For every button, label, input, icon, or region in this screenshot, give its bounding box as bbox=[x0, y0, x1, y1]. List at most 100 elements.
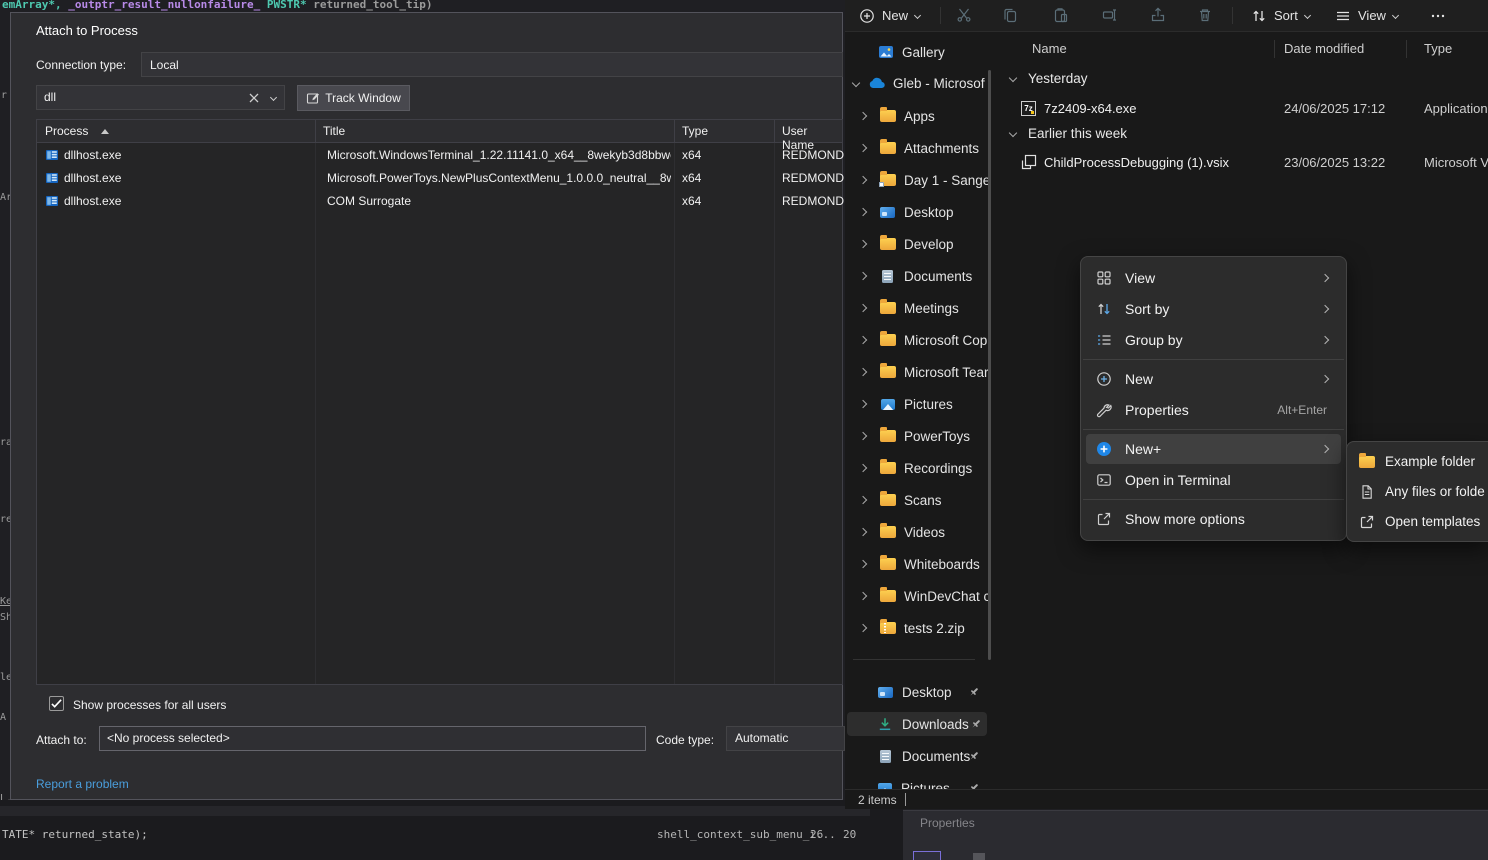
table-row[interactable]: dllhost.exe COM Surrogate x64 REDMOND bbox=[37, 190, 842, 213]
column-separator[interactable] bbox=[1406, 40, 1407, 58]
chevron-right-icon[interactable] bbox=[859, 208, 867, 216]
submenu-item-example-folder[interactable]: Example folder bbox=[1351, 447, 1484, 476]
code-type-combobox[interactable]: Automatic bbox=[726, 726, 845, 751]
sidebar-pinned-downloads[interactable]: Downloads bbox=[847, 712, 987, 736]
menu-item-group-by[interactable]: Group by bbox=[1086, 325, 1341, 355]
plus-circle-icon bbox=[859, 8, 875, 24]
sidebar-item-onedrive[interactable]: Gleb - Microsoft bbox=[845, 71, 997, 95]
editor-breadcrumb[interactable]: shell_context_sub_menu_i... bbox=[657, 828, 836, 841]
chevron-right-icon[interactable] bbox=[859, 560, 867, 568]
sidebar-item-microsoft-tear[interactable]: Microsoft Tear bbox=[845, 360, 997, 384]
file-row[interactable]: ChildProcessDebugging (1).vsix 23/06/202… bbox=[1005, 150, 1485, 174]
group-header-earlier-this-week[interactable]: Earlier this week bbox=[1028, 126, 1127, 141]
sort-button[interactable]: Sort bbox=[1243, 3, 1318, 28]
sidebar-item-powertoys[interactable]: PowerToys bbox=[845, 424, 997, 448]
sidebar-item-tests-zip[interactable]: tests 2.zip bbox=[845, 616, 997, 640]
column-header-type[interactable]: Type bbox=[682, 124, 708, 138]
sidebar-item-attachments[interactable]: Attachments bbox=[845, 136, 997, 160]
sidebar-item-pictures[interactable]: Pictures bbox=[845, 392, 997, 416]
sidebar-item-documents[interactable]: Documents bbox=[845, 264, 997, 288]
report-problem-link[interactable]: Report a problem bbox=[36, 777, 129, 791]
properties-selected-control[interactable] bbox=[913, 851, 941, 860]
chevron-right-icon[interactable] bbox=[859, 240, 867, 248]
process-title: Microsoft.WindowsTerminal_1.22.11141.0_x… bbox=[327, 148, 671, 162]
filter-dropdown-icon[interactable] bbox=[270, 94, 277, 101]
group-header-yesterday[interactable]: Yesterday bbox=[1028, 71, 1088, 86]
show-all-users-checkbox[interactable] bbox=[49, 696, 64, 711]
view-button[interactable]: View bbox=[1327, 3, 1406, 28]
chevron-right-icon[interactable] bbox=[859, 624, 867, 632]
chevron-down-icon[interactable] bbox=[852, 79, 860, 87]
sidebar-pinned-desktop[interactable]: Desktop bbox=[845, 680, 997, 704]
menu-item-show-more-options[interactable]: Show more options bbox=[1086, 504, 1341, 534]
menu-item-view[interactable]: View bbox=[1086, 263, 1341, 293]
chevron-right-icon[interactable] bbox=[859, 272, 867, 280]
chevron-right-icon[interactable] bbox=[859, 464, 867, 472]
table-row[interactable]: dllhost.exe Microsoft.PowerToys.NewPlusC… bbox=[37, 167, 842, 190]
column-header-type[interactable]: Type bbox=[1424, 41, 1452, 56]
column-header-title[interactable]: Title bbox=[323, 124, 345, 138]
chevron-right-icon[interactable] bbox=[859, 112, 867, 120]
chevron-right-icon[interactable] bbox=[859, 368, 867, 376]
sidebar-item-meetings[interactable]: Meetings bbox=[845, 296, 997, 320]
chevron-right-icon[interactable] bbox=[859, 304, 867, 312]
sidebar-scrollbar[interactable] bbox=[988, 70, 991, 660]
chevron-right-icon[interactable] bbox=[859, 528, 867, 536]
sidebar-item-recordings[interactable]: Recordings bbox=[845, 456, 997, 480]
sidebar-item-desktop[interactable]: Desktop bbox=[845, 200, 997, 224]
attach-to-field[interactable]: <No process selected> bbox=[99, 726, 646, 751]
column-header-process[interactable]: Process bbox=[45, 124, 88, 138]
sidebar-item-whiteboards[interactable]: Whiteboards bbox=[845, 552, 997, 576]
collapse-group-icon[interactable] bbox=[1009, 74, 1017, 82]
menu-item-new[interactable]: New bbox=[1086, 364, 1341, 394]
column-header-date-modified[interactable]: Date modified bbox=[1284, 41, 1364, 56]
chevron-right-icon[interactable] bbox=[859, 592, 867, 600]
sidebar-item-apps[interactable]: Apps bbox=[845, 104, 997, 128]
track-window-button[interactable]: Track Window bbox=[297, 85, 410, 111]
menu-item-new-plus[interactable]: New+ bbox=[1086, 434, 1341, 464]
copy-icon[interactable] bbox=[1002, 7, 1018, 23]
sidebar-item-develop[interactable]: Develop bbox=[845, 232, 997, 256]
connection-type-combobox[interactable]: Local bbox=[141, 52, 843, 77]
column-separator[interactable] bbox=[674, 120, 675, 142]
more-options-icon[interactable] bbox=[1430, 8, 1446, 24]
sidebar-item-videos[interactable]: Videos bbox=[845, 520, 997, 544]
chevron-right-icon[interactable] bbox=[859, 496, 867, 504]
menu-item-sort-by[interactable]: Sort by bbox=[1086, 294, 1341, 324]
rename-icon[interactable] bbox=[1102, 7, 1118, 23]
table-row[interactable]: dllhost.exe Microsoft.WindowsTerminal_1.… bbox=[37, 144, 842, 167]
chevron-right-icon[interactable] bbox=[859, 432, 867, 440]
share-icon[interactable] bbox=[1150, 7, 1166, 23]
column-separator[interactable] bbox=[315, 120, 316, 142]
chevron-right-icon[interactable] bbox=[859, 176, 867, 184]
column-separator[interactable] bbox=[1274, 40, 1275, 58]
chevron-right-icon[interactable] bbox=[859, 336, 867, 344]
collapse-group-icon[interactable] bbox=[1009, 129, 1017, 137]
external-arrow-icon bbox=[1359, 514, 1375, 530]
track-window-icon bbox=[306, 91, 320, 105]
cut-icon[interactable] bbox=[956, 7, 972, 23]
folder-icon bbox=[880, 494, 896, 506]
column-separator[interactable] bbox=[774, 120, 775, 142]
submenu-item-open-templates[interactable]: Open templates bbox=[1351, 507, 1484, 536]
paste-icon[interactable] bbox=[1053, 7, 1069, 23]
chevron-right-icon[interactable] bbox=[859, 144, 867, 152]
column-header-name[interactable]: Name bbox=[1032, 41, 1067, 56]
submenu-item-any-files[interactable]: Any files or folde bbox=[1351, 477, 1484, 506]
new-button[interactable]: New bbox=[851, 3, 928, 28]
properties-control[interactable] bbox=[973, 853, 985, 860]
sidebar-pinned-documents[interactable]: Documents bbox=[845, 744, 997, 768]
process-filter-input[interactable]: dll bbox=[36, 85, 285, 110]
chevron-right-icon[interactable] bbox=[859, 400, 867, 408]
menu-item-open-in-terminal[interactable]: Open in Terminal bbox=[1086, 465, 1341, 495]
sidebar-item-gallery[interactable]: Gallery bbox=[845, 40, 997, 64]
menu-item-properties[interactable]: Properties Alt+Enter bbox=[1086, 395, 1341, 425]
file-row[interactable]: 7z 7z2409-x64.exe 24/06/2025 17:12 Appli… bbox=[1005, 96, 1485, 120]
sidebar-item-scans[interactable]: Scans bbox=[845, 488, 997, 512]
sidebar-item-windevchat[interactable]: WinDevChat c bbox=[845, 584, 997, 608]
delete-icon[interactable] bbox=[1197, 7, 1213, 23]
sidebar-item-day1[interactable]: Day 1 - Sangee bbox=[845, 168, 997, 192]
clear-filter-icon[interactable] bbox=[248, 92, 260, 104]
check-icon bbox=[50, 698, 63, 709]
sidebar-item-microsoft-cop[interactable]: Microsoft Cop bbox=[845, 328, 997, 352]
